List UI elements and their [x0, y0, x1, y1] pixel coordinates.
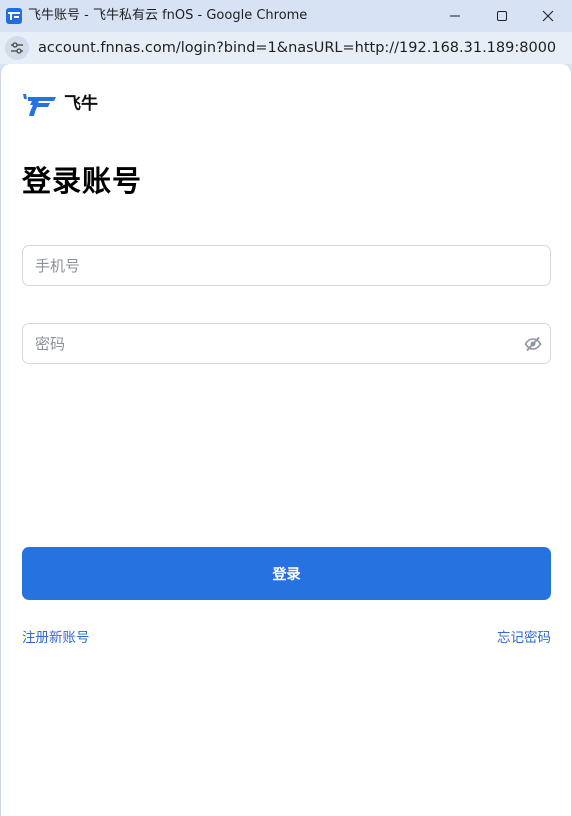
close-icon [542, 10, 554, 22]
window-title: 飞牛账号 - 飞牛私有云 fnOS - Google Chrome [28, 8, 308, 23]
brand-name: 飞牛 [64, 94, 98, 114]
window-titlebar: 飞牛账号 - 飞牛私有云 fnOS - Google Chrome [0, 0, 572, 32]
close-button[interactable] [525, 0, 571, 32]
maximize-button[interactable] [479, 0, 525, 32]
eye-off-icon[interactable] [524, 335, 542, 353]
address-bar[interactable]: account.fnnas.com/login?bind=1&nasURL=ht… [0, 32, 572, 64]
maximize-icon [497, 11, 507, 21]
phone-field[interactable] [22, 245, 551, 286]
fn-logo-icon [23, 94, 56, 116]
minimize-icon [450, 15, 460, 17]
register-link[interactable]: 注册新账号 [22, 629, 90, 647]
login-button[interactable]: 登录 [22, 547, 551, 600]
forgot-password-link[interactable]: 忘记密码 [497, 629, 551, 647]
phone-input[interactable] [35, 246, 515, 285]
tune-icon [11, 42, 23, 54]
password-input[interactable] [35, 324, 515, 363]
page-title: 登录账号 [22, 164, 143, 198]
password-field[interactable] [22, 323, 551, 364]
page-content: 飞牛 登录账号 登录 注册新账号 忘记密码 [0, 64, 572, 816]
minimize-button[interactable] [432, 0, 478, 32]
fn-favicon-icon [6, 8, 22, 24]
url-text[interactable]: account.fnnas.com/login?bind=1&nasURL=ht… [38, 39, 556, 57]
site-info-button[interactable] [5, 36, 29, 60]
